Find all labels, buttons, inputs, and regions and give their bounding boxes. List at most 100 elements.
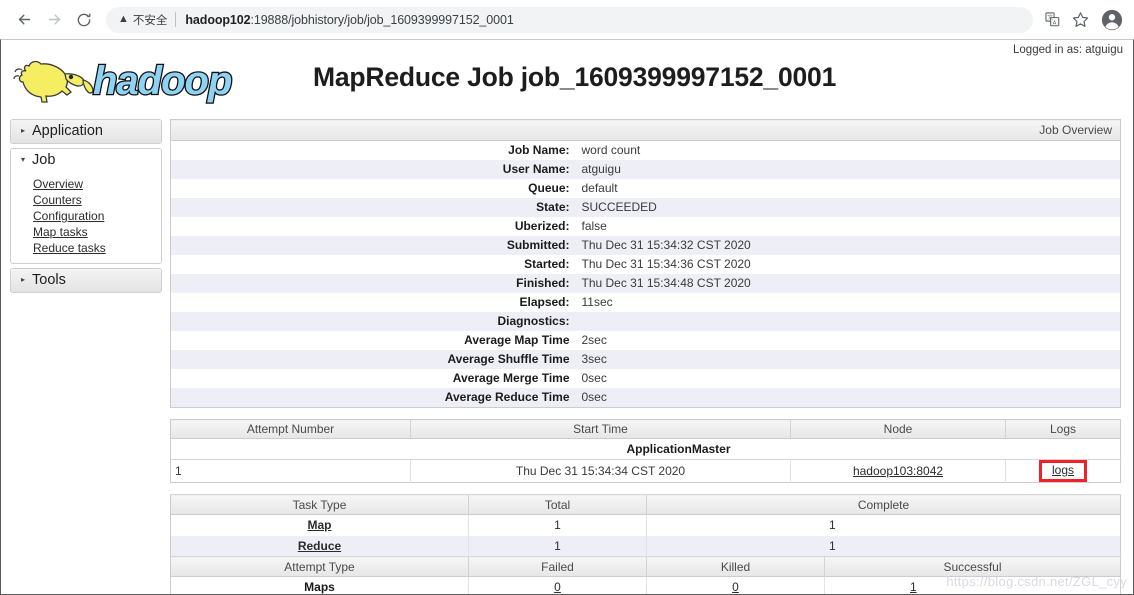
forward-arrow-icon[interactable] xyxy=(40,6,68,34)
sidebar-section-job: ▾ Job Overview Counters Configuration Ma… xyxy=(10,148,162,264)
table-spacer xyxy=(170,483,1121,494)
sidebar-link-reduce-tasks[interactable]: Reduce tasks xyxy=(33,241,106,255)
table-row: Average Merge Time 0sec xyxy=(171,369,1121,388)
table-row: Submitted: Thu Dec 31 15:34:32 CST 2020 xyxy=(170,236,1121,255)
table-row: Map 1 1 xyxy=(170,514,1121,536)
job-overview-caption-row: Job Overview xyxy=(170,119,1121,141)
url-text: hadoop102:19888/jobhistory/job/job_16093… xyxy=(185,13,513,27)
maps-failed-link[interactable]: 0 xyxy=(554,580,561,594)
sidebar-item-job[interactable]: ▾ Job xyxy=(11,149,161,172)
omnibox-divider xyxy=(175,12,177,27)
task-type-reduce-link[interactable]: Reduce xyxy=(298,539,341,553)
task-type-map-link[interactable]: Map xyxy=(308,518,332,532)
table-spacer xyxy=(170,408,1121,419)
sidebar-nav: ▸ Application ▾ Job Overview Counters Co… xyxy=(10,119,162,297)
page-viewport: Logged in as: atguigu hadoop MapReduce J… xyxy=(0,39,1134,595)
logo-wordmark: hadoop xyxy=(93,59,232,103)
reload-icon[interactable] xyxy=(70,6,98,34)
node-link[interactable]: hadoop103:8042 xyxy=(853,464,943,478)
page-title: MapReduce Job job_1609399997152_0001 xyxy=(313,62,837,92)
profile-avatar-icon[interactable] xyxy=(1099,7,1125,33)
maps-successful-link[interactable]: 1 xyxy=(910,580,917,594)
list-item: Configuration xyxy=(33,208,161,224)
sidebar-item-application[interactable]: ▸ Application xyxy=(11,120,161,143)
cell-complete: 1 xyxy=(829,518,836,533)
list-item: Counters xyxy=(33,192,161,208)
column-header-start-time: Start Time xyxy=(410,419,791,439)
row-value: atguigu xyxy=(576,160,1121,179)
row-key: Queue: xyxy=(528,181,570,195)
sidebar-item-label: Application xyxy=(32,123,103,139)
table-row: Diagnostics: xyxy=(170,312,1121,331)
table-row: Started: Thu Dec 31 15:34:36 CST 2020 xyxy=(171,255,1121,274)
translate-icon[interactable]: 文A xyxy=(1039,7,1065,33)
sidebar-link-map-tasks[interactable]: Map tasks xyxy=(33,225,88,239)
application-master-table: ApplicationMaster Attempt Number Start T… xyxy=(170,419,1121,483)
sidebar-job-links: Overview Counters Configuration Map task… xyxy=(11,172,161,263)
row-key: Average Map Time xyxy=(464,333,570,347)
sidebar-link-counters[interactable]: Counters xyxy=(33,193,82,207)
application-master-title: ApplicationMaster xyxy=(170,438,1121,460)
task-summary-table: Task Type Total Complete Map 1 1 Reduce … xyxy=(170,494,1121,594)
cell-start-time: Thu Dec 31 15:34:34 CST 2020 xyxy=(410,459,791,483)
column-header-failed: Failed xyxy=(468,556,647,577)
sidebar-link-configuration[interactable]: Configuration xyxy=(33,209,104,223)
row-value: SUCCEEDED xyxy=(576,198,1121,217)
security-warning-label: 不安全 xyxy=(132,14,168,27)
browser-toolbar: ▲ 不安全 hadoop102:19888/jobhistory/job/job… xyxy=(0,0,1134,39)
maps-killed-link[interactable]: 0 xyxy=(732,580,739,594)
table-row: Average Map Time 2sec xyxy=(171,331,1121,350)
star-icon[interactable] xyxy=(1067,7,1093,33)
row-value: word count xyxy=(581,143,641,157)
row-key: Submitted: xyxy=(170,236,577,255)
table-row: Average Shuffle Time 3sec xyxy=(170,350,1121,369)
cell-logs: logs xyxy=(1005,459,1121,483)
sidebar-link-overview[interactable]: Overview xyxy=(33,177,83,191)
page-body: ▸ Application ▾ Job Overview Counters Co… xyxy=(1,119,1133,594)
cell-failed: 0 xyxy=(468,576,647,594)
sidebar-section-application: ▸ Application xyxy=(10,119,162,144)
list-item: Reduce tasks xyxy=(33,240,161,256)
sidebar-item-tools[interactable]: ▸ Tools xyxy=(11,269,161,292)
row-value: false xyxy=(581,219,607,233)
row-key: Started: xyxy=(524,257,570,271)
job-overview-table: Job Overview Job Name: word count User N… xyxy=(170,119,1121,408)
table-header-row: Attempt Number Start Time Node Logs xyxy=(170,419,1121,439)
back-arrow-icon[interactable] xyxy=(10,6,38,34)
table-row: 1 Thu Dec 31 15:34:34 CST 2020 hadoop103… xyxy=(170,459,1121,483)
chevron-right-icon: ▸ xyxy=(21,126,26,135)
list-item: Map tasks xyxy=(33,224,161,240)
table-row: Job Name: word count xyxy=(171,141,1121,161)
cell-node: hadoop103:8042 xyxy=(790,459,1006,483)
sidebar-item-label: Tools xyxy=(32,272,66,288)
elephant-glyph xyxy=(13,60,94,103)
row-key: Finished: xyxy=(170,274,577,293)
hadoop-logo[interactable]: hadoop xyxy=(9,50,289,108)
logs-link[interactable]: logs xyxy=(1052,463,1074,477)
row-key: Uberized: xyxy=(514,219,570,233)
row-key: State: xyxy=(170,198,577,217)
main-content: Job Overview Job Name: word count User N… xyxy=(170,119,1121,594)
table-row: Finished: Thu Dec 31 15:34:48 CST 2020 xyxy=(170,274,1121,293)
table-row: Queue: default xyxy=(171,179,1121,198)
job-overview-caption: Job Overview xyxy=(170,119,1121,141)
row-key: Job Name: xyxy=(508,143,570,157)
address-bar[interactable]: ▲ 不安全 hadoop102:19888/jobhistory/job/job… xyxy=(106,6,1033,33)
column-header-logs: Logs xyxy=(1005,419,1121,439)
row-value: 0sec xyxy=(576,388,1121,408)
row-key: Average Reduce Time xyxy=(170,388,577,408)
cell-killed: 0 xyxy=(646,576,825,594)
row-value: Thu Dec 31 15:34:32 CST 2020 xyxy=(576,236,1121,255)
url-host: hadoop102 xyxy=(185,12,251,27)
sidebar-item-label: Job xyxy=(32,152,56,168)
site-header: Logged in as: atguigu hadoop MapReduce J… xyxy=(1,40,1133,119)
logged-in-label: Logged in as: atguigu xyxy=(1013,44,1123,56)
row-value: Thu Dec 31 15:34:36 CST 2020 xyxy=(581,257,751,271)
table-row: Average Reduce Time 0sec xyxy=(170,388,1121,408)
row-key: Average Shuffle Time xyxy=(170,350,577,369)
security-status-chip[interactable]: ▲ 不安全 xyxy=(118,12,167,28)
table-row: Reduce 1 1 xyxy=(170,535,1121,557)
application-master-header: Attempt Number Start Time Node Logs xyxy=(170,419,1121,439)
cell-complete: 1 xyxy=(646,535,1121,557)
table-row: State: SUCCEEDED xyxy=(170,198,1121,217)
